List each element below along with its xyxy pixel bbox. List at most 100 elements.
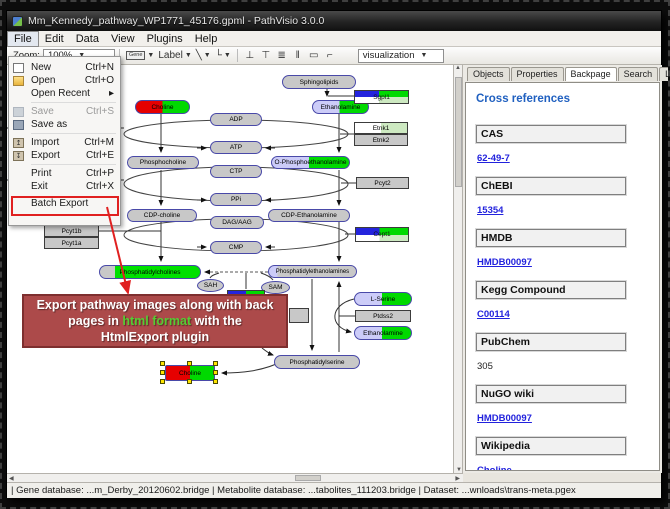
sidebar-panel: Objects Properties Backpage Search Legen…	[463, 65, 662, 473]
tab-search[interactable]: Search	[618, 67, 659, 81]
menu-view[interactable]: View	[105, 32, 141, 46]
node-cdp-ethanolamine[interactable]: CDP-Ethanolamine	[268, 209, 350, 222]
node-atp[interactable]: ATP	[210, 141, 262, 154]
selection-handle[interactable]	[160, 379, 165, 384]
node-sgpl1[interactable]: Sgpl1	[354, 90, 409, 104]
node-adp[interactable]: ADP	[210, 113, 262, 126]
menu-item-save-as[interactable]: Save as	[9, 118, 120, 131]
align-center-button[interactable]: ⊥	[242, 48, 258, 63]
xref-source: CAS	[476, 125, 626, 143]
ungroup-button[interactable]: ⌐	[322, 48, 338, 63]
line-tool-icon: ╲	[196, 50, 202, 61]
group-icon: ▭	[309, 50, 318, 61]
node-pcyt2[interactable]: Pcyt2	[356, 177, 409, 189]
xref-link[interactable]: 62-49-7	[477, 153, 510, 164]
pathvisio-window: Mm_Kennedy_pathway_WP1771_45176.gpml - P…	[6, 10, 662, 498]
node-dag-aag[interactable]: DAG/AAG	[210, 216, 264, 229]
selection-handle[interactable]	[213, 370, 218, 375]
node-ethanolamine-lower[interactable]: Ethanolamine	[354, 326, 412, 340]
title-bar[interactable]: Mm_Kennedy_pathway_WP1771_45176.gpml - P…	[7, 11, 661, 31]
node-cdp-choline[interactable]: CDP-choline	[127, 209, 197, 222]
node-cmp[interactable]: CMP	[210, 241, 262, 254]
menu-item-exit[interactable]: ExitCtrl+X	[9, 180, 120, 193]
scroll-right-icon[interactable]: ▶	[455, 475, 460, 482]
import-icon: ↥	[13, 138, 24, 148]
node-phosphatidylserine[interactable]: Phosphatidylserine	[274, 355, 360, 369]
distribute-button[interactable]: ≣	[274, 48, 290, 63]
add-label-button[interactable]: Label▼	[156, 48, 193, 63]
node-cept1[interactable]: Cept1	[355, 227, 409, 242]
node-o-phosphoethanolamine[interactable]: O-Phosphoethanolamine	[271, 156, 350, 169]
xref-link[interactable]: HMDB00097	[477, 413, 532, 424]
node-ptdss2[interactable]: Ptdss2	[355, 310, 411, 322]
menu-separator	[31, 102, 116, 103]
canvas-vertical-scrollbar[interactable]: ▲▼	[453, 65, 463, 473]
annotation-line2: pages in html format with the	[68, 313, 242, 329]
menu-edit[interactable]: Edit	[39, 32, 70, 46]
stack-button[interactable]: ‖	[290, 48, 306, 63]
menu-item-import[interactable]: ↥ImportCtrl+M	[9, 136, 120, 149]
add-datanode-button[interactable]: Gene▼	[124, 48, 156, 63]
selection-handle[interactable]	[160, 370, 165, 375]
selection-handle[interactable]	[187, 379, 192, 384]
tab-legend[interactable]: Legend	[659, 67, 670, 81]
ungroup-icon: ⌐	[327, 50, 333, 61]
menu-item-open[interactable]: OpenCtrl+O	[9, 74, 120, 87]
node-phosphocholine[interactable]: Phosphocholine	[127, 156, 199, 169]
new-file-icon	[13, 63, 24, 73]
canvas-horizontal-scrollbar[interactable]: ◀▶	[7, 473, 463, 482]
menu-item-new[interactable]: NewCtrl+N	[9, 61, 120, 74]
node-pcyt1a[interactable]: Pcyt1a	[44, 237, 99, 249]
node-phosphatidylethanolamines[interactable]: Phosphatidylethanolamines	[268, 265, 357, 278]
selection-handle[interactable]	[213, 379, 218, 384]
menu-plugins[interactable]: Plugins	[141, 32, 189, 46]
connector-tool-button[interactable]: └▼	[213, 48, 233, 63]
node-pcyt1b[interactable]: Pcyt1b	[44, 225, 99, 237]
scrollbar-thumb[interactable]	[455, 77, 462, 187]
node-sphingolipids[interactable]: Sphingolipids	[282, 75, 356, 89]
node-phosphatidylcholines[interactable]: Phosphatidylcholines	[99, 265, 201, 279]
node-l-serine[interactable]: L-Serine	[354, 292, 412, 306]
scrollbar-thumb[interactable]	[295, 475, 321, 481]
xref-source: Kegg Compound	[476, 281, 626, 299]
menu-data[interactable]: Data	[70, 32, 105, 46]
node-etnk1[interactable]: Etnk1	[354, 122, 408, 134]
node-ctp[interactable]: CTP	[210, 165, 262, 178]
chevron-down-icon: ▼	[204, 52, 211, 59]
xref-link[interactable]: HMDB00097	[477, 257, 532, 268]
status-text: | Gene database: ...m_Derby_20120602.bri…	[11, 485, 576, 496]
tab-objects[interactable]: Objects	[467, 67, 510, 81]
selection-handle[interactable]	[213, 361, 218, 366]
menu-help[interactable]: Help	[189, 32, 224, 46]
node-ppi[interactable]: PPi	[210, 193, 262, 206]
node-sam[interactable]: SAM	[261, 281, 290, 294]
visualization-select[interactable]: visualization▼	[358, 49, 444, 63]
selection-handle[interactable]	[160, 361, 165, 366]
chevron-down-icon: ▼	[185, 52, 192, 59]
menu-file[interactable]: File	[7, 31, 39, 47]
scroll-left-icon[interactable]: ◀	[9, 475, 14, 482]
stack-icon: ‖	[296, 50, 300, 61]
xref-link[interactable]: 15354	[477, 205, 503, 216]
menu-item-open-recent[interactable]: Open Recent▸	[9, 87, 120, 100]
xref-link[interactable]: Choline	[477, 465, 512, 471]
node-choline[interactable]: Choline	[135, 100, 190, 114]
menu-item-print[interactable]: PrintCtrl+P	[9, 167, 120, 180]
line-tool-button[interactable]: ╲▼	[194, 48, 213, 63]
annotation-callout: Export pathway images along with back pa…	[22, 294, 288, 348]
align-middle-button[interactable]: ⊤	[258, 48, 274, 63]
tab-backpage[interactable]: Backpage	[565, 67, 617, 81]
node-etnk2[interactable]: Etnk2	[354, 134, 408, 146]
menu-bar: File Edit Data View Plugins Help	[7, 31, 661, 47]
node-gene-partial[interactable]	[289, 308, 309, 323]
menu-separator	[31, 133, 116, 134]
xref-source: Wikipedia	[476, 437, 626, 455]
menu-item-save[interactable]: SaveCtrl+S	[9, 105, 120, 118]
menu-item-export[interactable]: ↧ExportCtrl+E	[9, 149, 120, 162]
selection-handle[interactable]	[187, 361, 192, 366]
node-sah[interactable]: SAH	[197, 279, 224, 292]
xref-link[interactable]: C00114	[477, 309, 510, 320]
group-button[interactable]: ▭	[306, 48, 322, 63]
save-as-icon	[13, 120, 24, 130]
tab-properties[interactable]: Properties	[511, 67, 564, 81]
